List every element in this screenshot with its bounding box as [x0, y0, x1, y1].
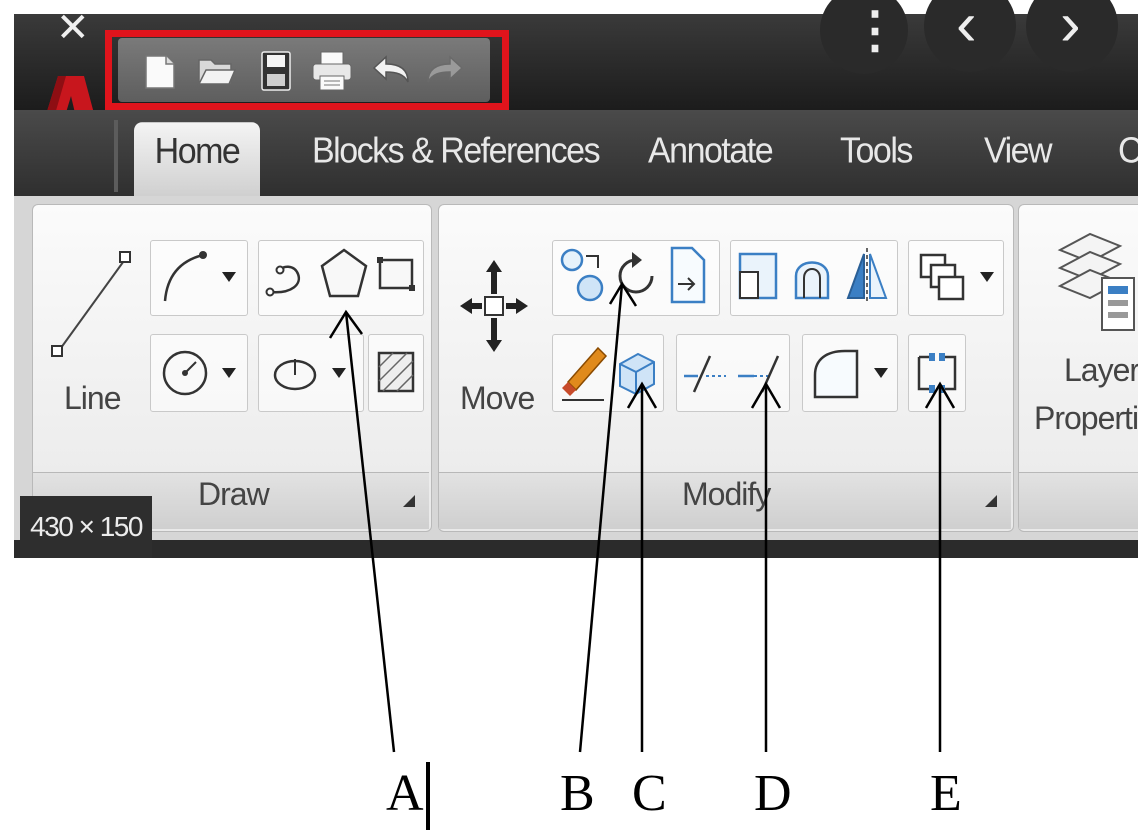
callout-leader-lines — [328, 281, 956, 830]
leader-arrow-b — [608, 281, 638, 307]
callout-label-a: A — [386, 765, 424, 822]
callout-label-b: B — [560, 765, 595, 822]
callout-label-d: D — [754, 765, 792, 822]
screenshot-root: ✕ A — [0, 0, 1138, 832]
callout-label-c: C — [632, 765, 667, 822]
leader-line-b — [578, 283, 624, 753]
callout-label-e: E — [930, 765, 962, 822]
leader-line-a — [344, 311, 396, 753]
